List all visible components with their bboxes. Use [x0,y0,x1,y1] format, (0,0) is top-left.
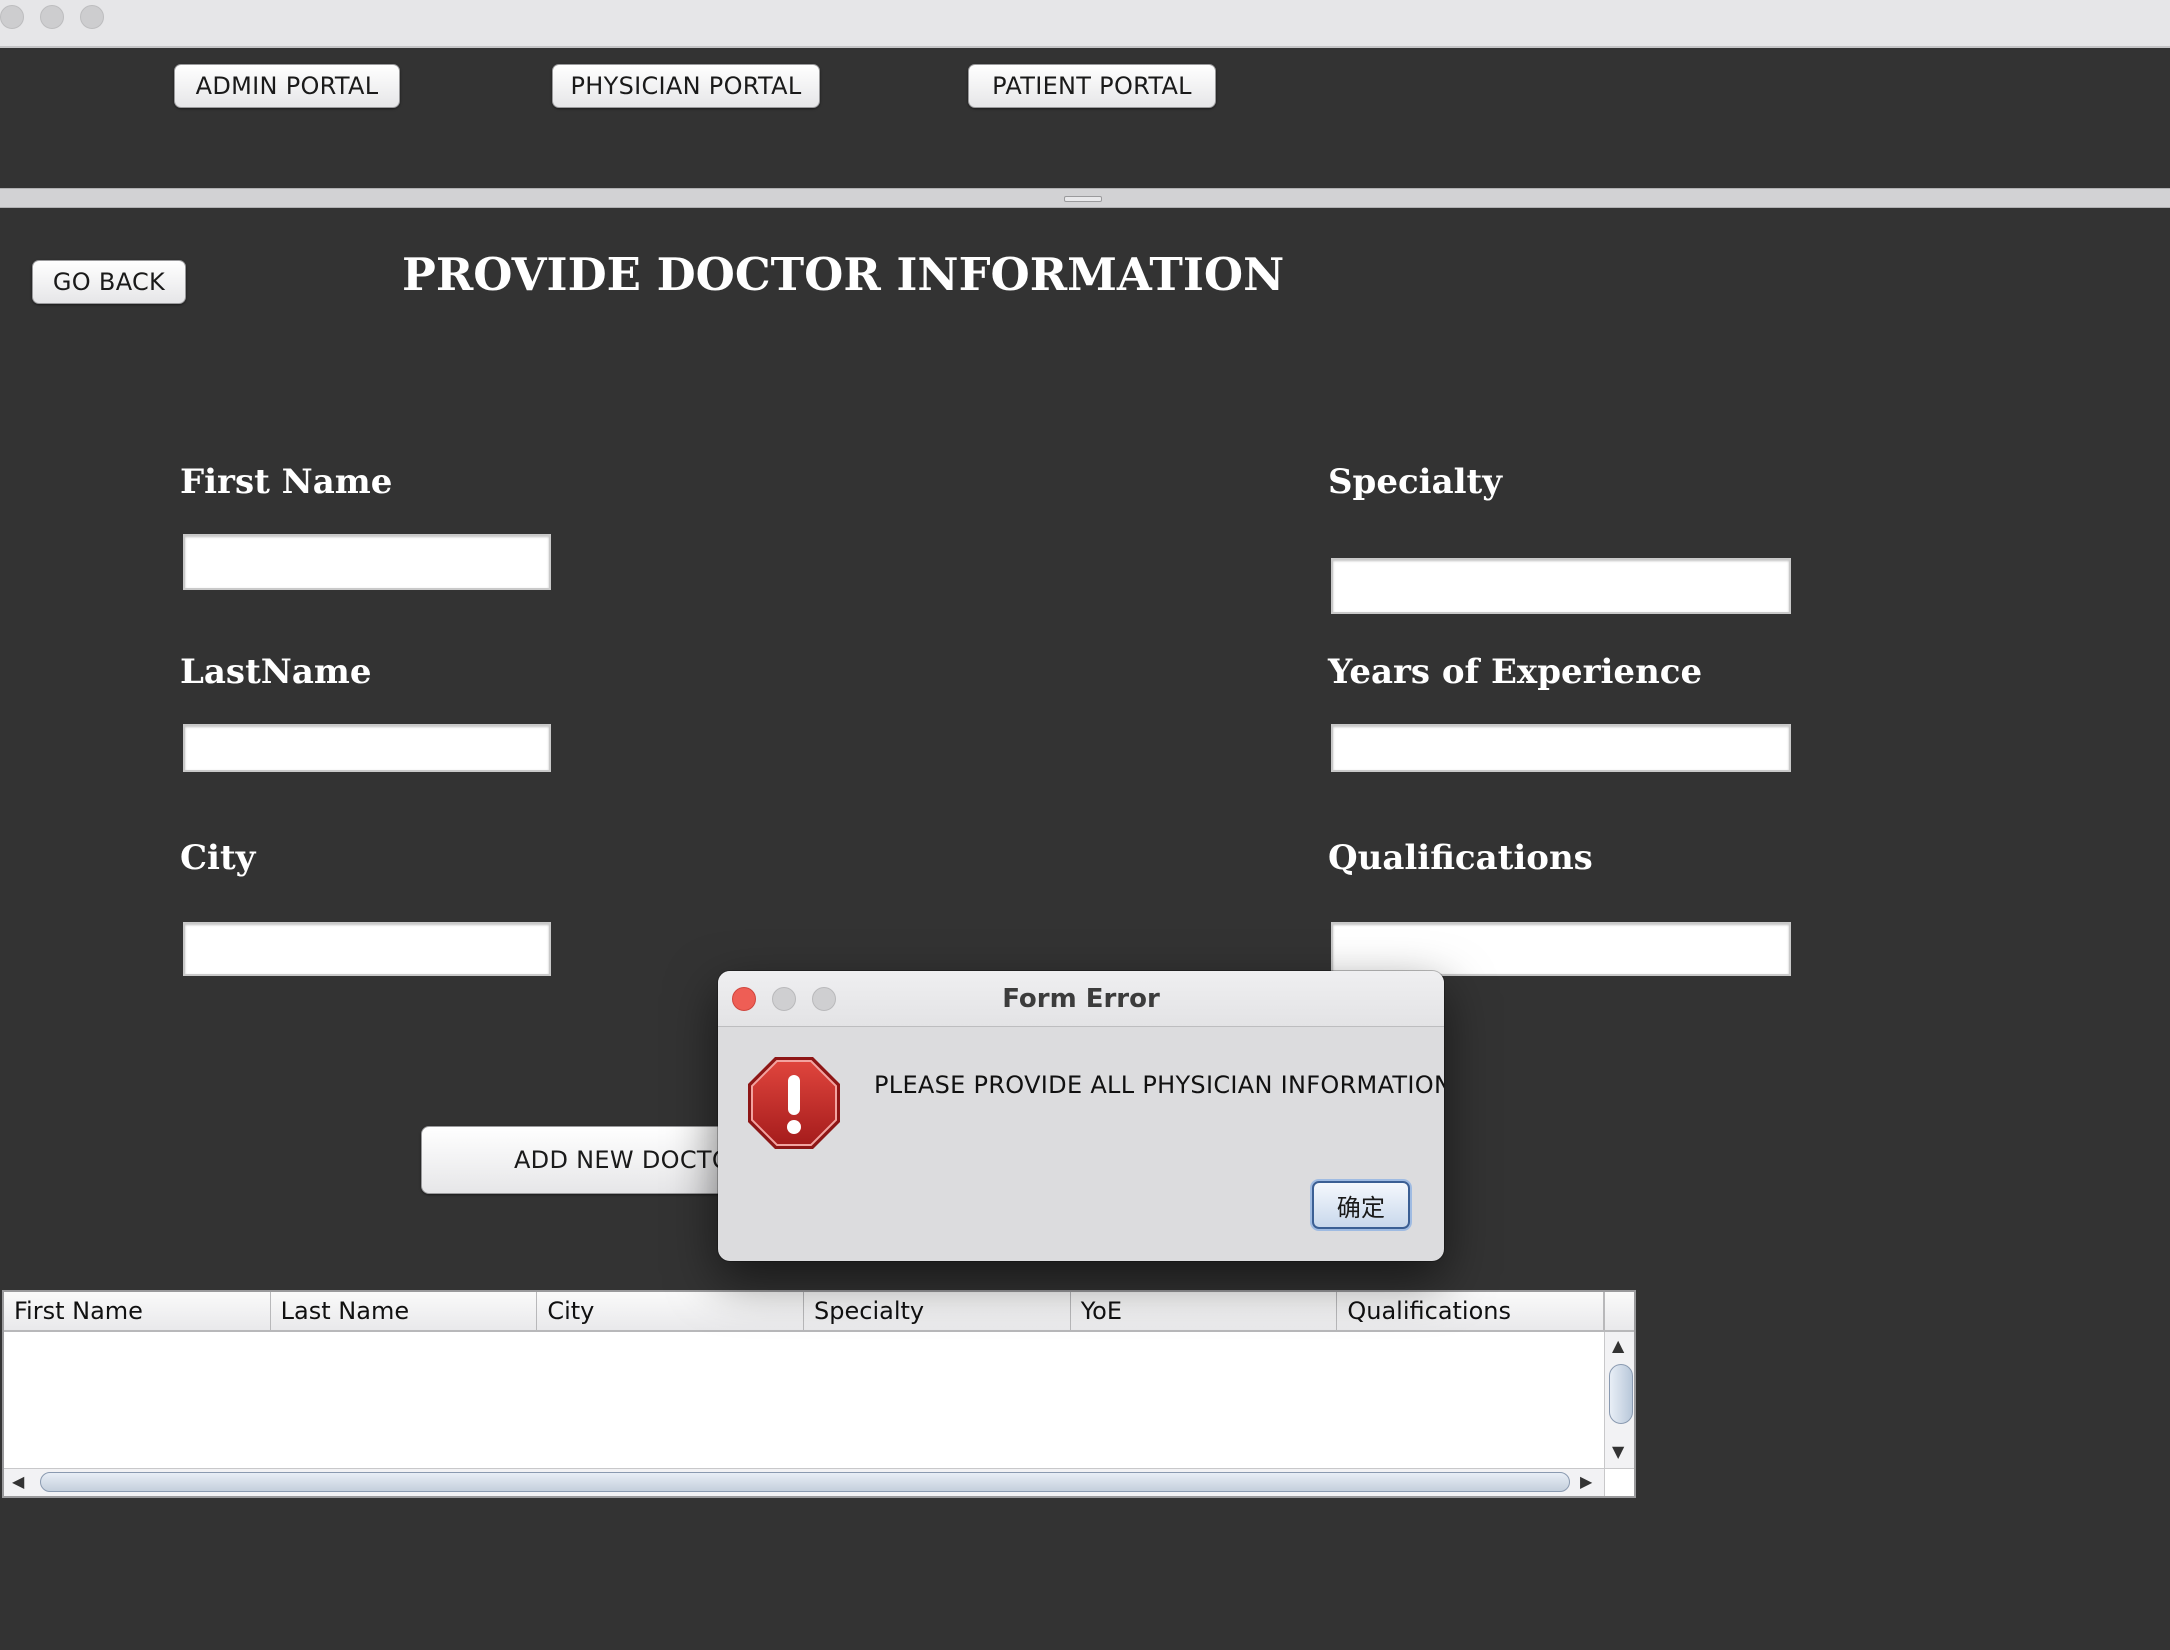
horizontal-scroll-thumb[interactable] [40,1472,1570,1492]
window-title-bar [0,0,2170,48]
scroll-left-arrow-icon[interactable]: ◀ [12,1474,24,1490]
city-input[interactable] [183,922,551,976]
qualifications-label: Qualifications [1328,838,1593,878]
specialty-label: Specialty [1328,462,1502,502]
doctors-table[interactable]: First Name Last Name City Specialty YoE … [2,1290,1636,1498]
table-header-corner [1604,1292,1634,1332]
physician-portal-button[interactable]: PHYSICIAN PORTAL [552,64,820,108]
horizontal-scrollbar[interactable]: ◀ ▶ [4,1468,1604,1496]
scrollbar-corner [1604,1468,1634,1496]
years-of-experience-label: Years of Experience [1328,652,1703,692]
last-name-label: LastName [180,652,372,692]
column-header-specialty[interactable]: Specialty [804,1292,1071,1330]
column-header-yoe[interactable]: YoE [1071,1292,1338,1330]
qualifications-input[interactable] [1331,922,1791,976]
form-error-dialog: Form Error PLEASE PROVIDE ALL PHYSICIAN … [718,971,1444,1261]
go-back-button[interactable]: GO BACK [32,260,186,304]
vertical-scrollbar[interactable]: ▲ ▼ [1604,1332,1634,1468]
specialty-input[interactable] [1331,558,1791,614]
years-of-experience-input[interactable] [1331,724,1791,772]
column-header-first-name[interactable]: First Name [4,1292,271,1330]
window-close-icon[interactable] [0,5,24,29]
column-header-last-name[interactable]: Last Name [271,1292,538,1330]
vertical-scroll-thumb[interactable] [1609,1364,1633,1424]
patient-portal-button[interactable]: PATIENT PORTAL [968,64,1216,108]
last-name-input[interactable] [183,724,551,772]
scroll-right-arrow-icon[interactable]: ▶ [1580,1474,1592,1490]
column-header-qualifications[interactable]: Qualifications [1337,1292,1605,1330]
scroll-up-arrow-icon[interactable]: ▲ [1612,1338,1624,1354]
window-zoom-icon[interactable] [80,5,104,29]
admin-portal-button[interactable]: ADMIN PORTAL [174,64,400,108]
scroll-down-arrow-icon[interactable]: ▼ [1612,1444,1624,1460]
city-label: City [180,838,256,878]
error-stop-icon [748,1057,840,1149]
dialog-title: Form Error [1002,984,1160,1014]
table-header: First Name Last Name City Specialty YoE … [4,1292,1605,1332]
window-minimize-icon[interactable] [40,5,64,29]
divider-grip-icon[interactable] [1064,196,1102,202]
column-header-city[interactable]: City [537,1292,805,1330]
first-name-input[interactable] [183,534,551,590]
dialog-message: PLEASE PROVIDE ALL PHYSICIAN INFORMATION [874,1071,1444,1099]
page-title: PROVIDE DOCTOR INFORMATION [402,248,1285,301]
ok-button[interactable]: 确定 [1312,1181,1410,1229]
first-name-label: First Name [180,462,393,502]
